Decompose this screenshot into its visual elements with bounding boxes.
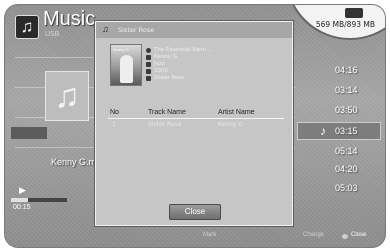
playback-progress xyxy=(11,198,67,202)
track-duration[interactable]: 04:20 xyxy=(335,164,358,174)
artist-info: Kenny G xyxy=(146,54,211,61)
row-artist-name: Kenny G xyxy=(218,121,244,128)
column-header-track: Track Name xyxy=(148,109,186,116)
playing-note-icon: ♪ xyxy=(320,124,326,138)
row-track-name: Sister Rose xyxy=(148,121,182,128)
dialog-title: Sister Rose xyxy=(118,26,155,34)
music-file-icon: ♫ xyxy=(45,71,89,121)
storage-usage: 569 MB/893 MB xyxy=(315,20,375,29)
artist-icon xyxy=(146,55,151,60)
back-button-icon xyxy=(342,234,348,239)
track-duration[interactable]: 03:50 xyxy=(335,105,358,115)
tv-screen: ♫ Music USB 569 MB/893 MB ♫ Kenny G.mp 0… xyxy=(4,4,386,248)
elapsed-time: 00:15 xyxy=(13,204,31,211)
dialog-header: ♫ Sister Rose xyxy=(96,22,292,38)
album-info: The Essential Kenn... xyxy=(146,47,211,54)
music-note-icon: ♫ xyxy=(102,24,109,34)
year-icon xyxy=(146,69,151,74)
play-icon: ▶ xyxy=(19,185,26,195)
album-cover: Kenny G xyxy=(110,44,142,86)
track-info-list: The Essential Kenn... Kenny G Jazz 2006 … xyxy=(146,47,211,82)
column-header-no: No xyxy=(110,109,119,116)
selection-highlight xyxy=(11,127,47,139)
disc-icon xyxy=(146,48,151,53)
column-header-artist: Artist Name xyxy=(218,109,255,116)
track-info-dialog: ♫ Sister Rose Kenny G The Essential Kenn… xyxy=(95,21,293,226)
track-duration[interactable]: 03:14 xyxy=(335,85,358,95)
genre-icon xyxy=(146,62,151,67)
close-button[interactable]: Close xyxy=(169,204,221,220)
app-title: Music xyxy=(43,8,96,30)
title-info: Sister Rose xyxy=(146,75,211,82)
track-duration[interactable]: 04:16 xyxy=(335,65,358,75)
track-duration[interactable]: 03:15 xyxy=(335,126,358,136)
genre-info: Jazz xyxy=(146,61,211,68)
mark-hint: Mark xyxy=(203,232,217,238)
music-app-icon: ♫ xyxy=(15,15,39,39)
change-hint: Change xyxy=(303,232,325,238)
track-duration[interactable]: 05:14 xyxy=(335,146,358,156)
track-icon xyxy=(146,76,151,81)
source-label: USB xyxy=(45,31,60,38)
year-info: 2006 xyxy=(146,68,211,75)
cover-caption: Kenny G xyxy=(113,47,129,52)
track-duration[interactable]: 05:03 xyxy=(335,183,358,193)
storage-icon xyxy=(345,8,363,18)
row-number: 1 xyxy=(112,121,116,128)
table-divider xyxy=(108,118,284,119)
close-hint[interactable]: Close xyxy=(351,232,366,238)
song-filename: Kenny G.mp xyxy=(51,157,102,167)
